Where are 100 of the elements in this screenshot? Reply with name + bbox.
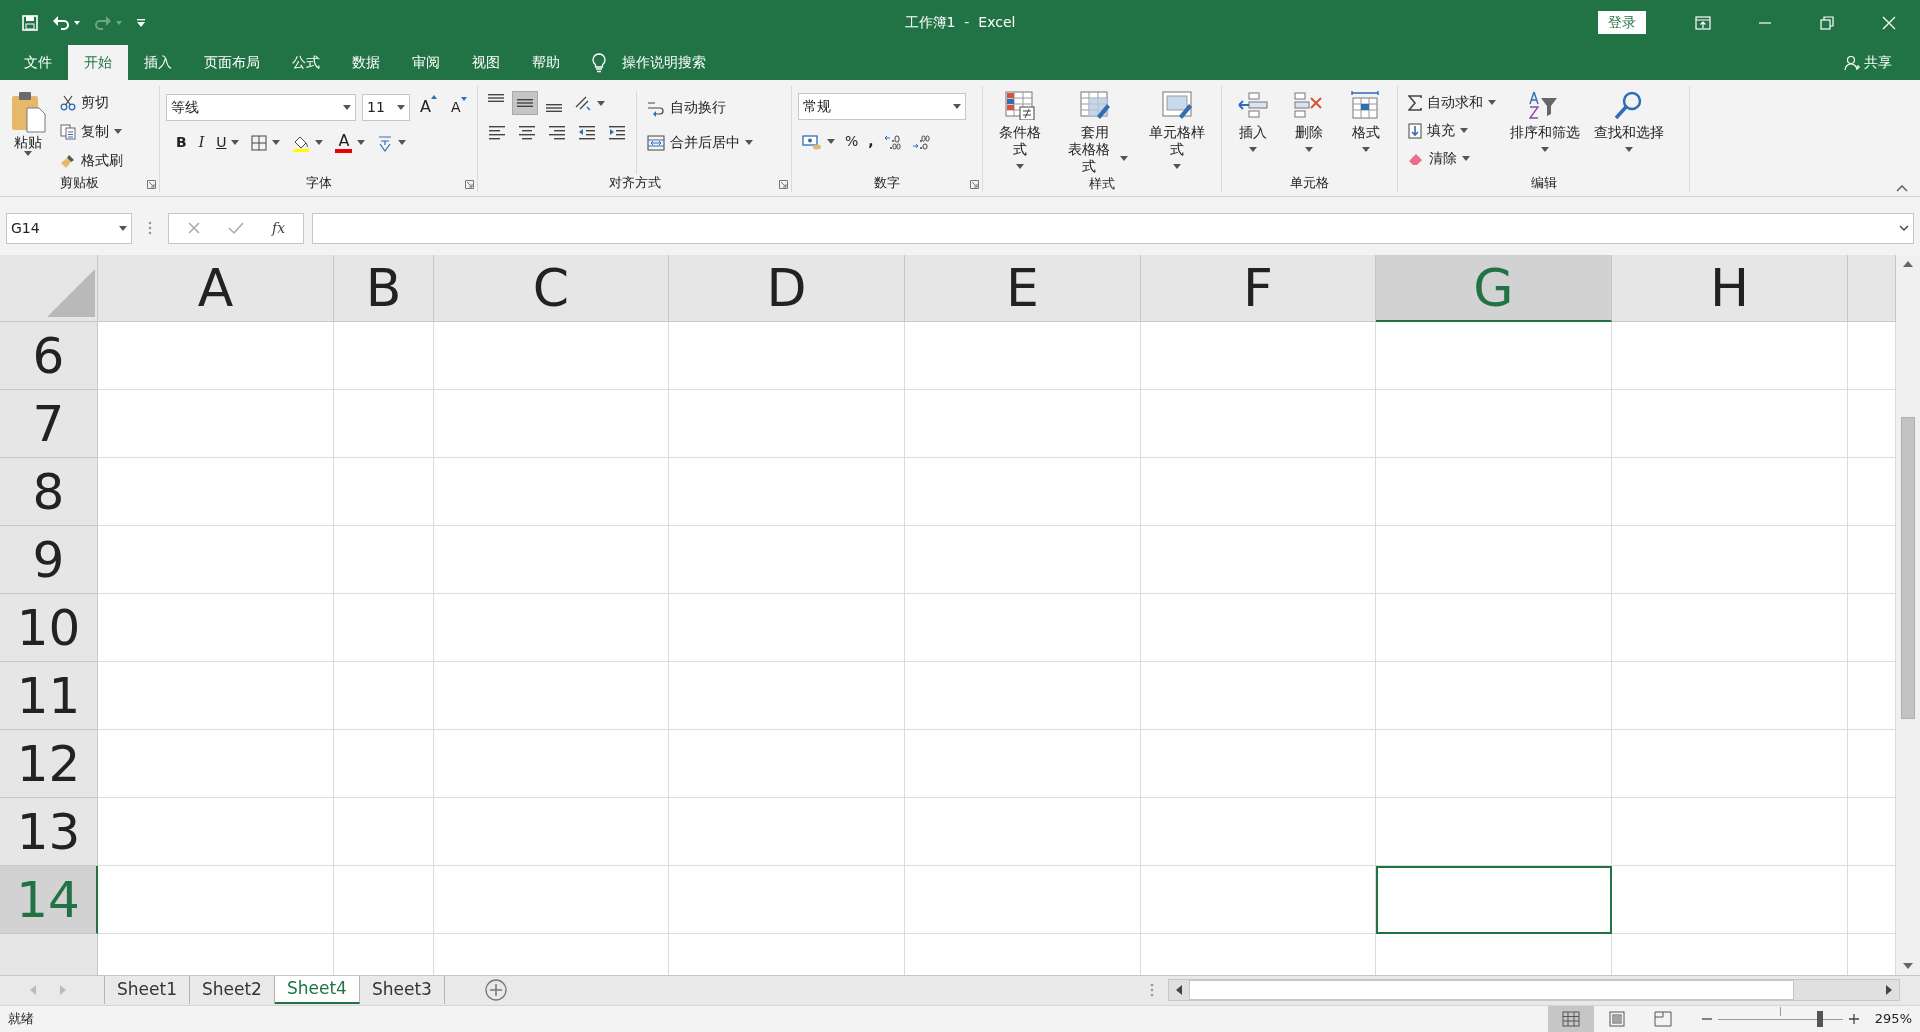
spreadsheet-cell[interactable]: [1141, 798, 1376, 866]
spreadsheet-cell[interactable]: [905, 390, 1141, 458]
spreadsheet-cell[interactable]: [1141, 730, 1376, 798]
spreadsheet-cell[interactable]: [905, 662, 1141, 730]
row-header[interactable]: 8: [0, 458, 98, 526]
spreadsheet-cell[interactable]: [669, 458, 905, 526]
selected-cell[interactable]: [1376, 866, 1612, 934]
spreadsheet-cell[interactable]: [334, 458, 434, 526]
spreadsheet-cell[interactable]: [905, 526, 1141, 594]
spreadsheet-cell[interactable]: [1376, 594, 1612, 662]
spreadsheet-cell[interactable]: [434, 866, 669, 934]
spreadsheet-cell[interactable]: [334, 866, 434, 934]
spreadsheet-cell[interactable]: [434, 662, 669, 730]
spreadsheet-cell[interactable]: [98, 458, 334, 526]
column-header[interactable]: G: [1376, 255, 1612, 322]
ribbon-tab[interactable]: 页面布局: [188, 45, 276, 80]
spreadsheet-cell[interactable]: [669, 594, 905, 662]
spreadsheet-cell[interactable]: [98, 798, 334, 866]
format-cells-button[interactable]: 格式: [1345, 86, 1386, 174]
spreadsheet-cell[interactable]: [1376, 458, 1612, 526]
spreadsheet-cell[interactable]: [334, 594, 434, 662]
grow-font-button[interactable]: A: [416, 93, 441, 121]
column-header[interactable]: [1848, 255, 1896, 322]
spreadsheet-cell[interactable]: [98, 390, 334, 458]
conditional-button[interactable]: 条件格式: [989, 86, 1052, 175]
ribbon-tab[interactable]: 公式: [276, 45, 336, 80]
spreadsheet-cell[interactable]: [98, 526, 334, 594]
row-header[interactable]: 12: [0, 730, 98, 798]
row-header[interactable]: 13: [0, 798, 98, 866]
column-header[interactable]: D: [669, 255, 905, 322]
horizontal-scrollbar[interactable]: [1168, 979, 1900, 1001]
spreadsheet-cell[interactable]: [334, 730, 434, 798]
spreadsheet-cell[interactable]: [1612, 458, 1848, 526]
shrink-font-button[interactable]: A: [446, 94, 471, 120]
formula-input[interactable]: [312, 212, 1914, 244]
copy-button[interactable]: 复制: [56, 119, 127, 144]
share-button[interactable]: 共享: [1838, 51, 1898, 74]
spreadsheet-cell[interactable]: [1376, 730, 1612, 798]
spreadsheet-cell[interactable]: [334, 390, 434, 458]
paste-button[interactable]: 粘贴: [6, 86, 50, 174]
zoom-slider-thumb[interactable]: [1817, 1011, 1824, 1027]
spreadsheet-cell[interactable]: [434, 322, 669, 390]
spreadsheet-cell[interactable]: [1141, 662, 1376, 730]
row-header[interactable]: 14: [0, 866, 98, 934]
sign-in-button[interactable]: 登录: [1598, 11, 1646, 34]
row-header[interactable]: 6: [0, 322, 98, 390]
spreadsheet-cell[interactable]: [1141, 322, 1376, 390]
scrollbar-thumb[interactable]: [1901, 417, 1915, 719]
spreadsheet-cell[interactable]: [1376, 526, 1612, 594]
delete-cells-button[interactable]: 删除: [1289, 86, 1330, 174]
spreadsheet-cell[interactable]: [1612, 594, 1848, 662]
spreadsheet-cell[interactable]: [1376, 390, 1612, 458]
spreadsheet-cell[interactable]: [905, 798, 1141, 866]
scrollbar-thumb[interactable]: [1189, 980, 1794, 1000]
spreadsheet-cell[interactable]: [1141, 526, 1376, 594]
font-size-field[interactable]: 11: [362, 93, 410, 121]
spreadsheet-cell[interactable]: [98, 866, 334, 934]
spreadsheet-cell[interactable]: [98, 594, 334, 662]
insert-function-button[interactable]: fx: [272, 217, 286, 239]
spreadsheet-cell[interactable]: [98, 662, 334, 730]
column-header[interactable]: B: [334, 255, 434, 322]
ribbon-tab[interactable]: 插入: [128, 45, 188, 80]
spreadsheet-cell[interactable]: [434, 730, 669, 798]
cellstyle-button[interactable]: 单元格样式: [1138, 86, 1215, 175]
spreadsheet-cell[interactable]: [434, 798, 669, 866]
spreadsheet-cell[interactable]: [434, 594, 669, 662]
tell-me-search[interactable]: 操作说明搜索: [622, 52, 706, 73]
spreadsheet-cell[interactable]: [334, 662, 434, 730]
font-color-button[interactable]: A: [331, 130, 370, 155]
spreadsheet-cell[interactable]: [669, 526, 905, 594]
spreadsheet-cell[interactable]: [434, 458, 669, 526]
spreadsheet-cell[interactable]: [1612, 730, 1848, 798]
spreadsheet-cell[interactable]: [1376, 798, 1612, 866]
spreadsheet-cell[interactable]: [1612, 526, 1848, 594]
column-header[interactable]: F: [1141, 255, 1376, 322]
spreadsheet-cell[interactable]: [334, 322, 434, 390]
spreadsheet-cell[interactable]: [905, 458, 1141, 526]
spreadsheet-cell[interactable]: [1141, 594, 1376, 662]
row-header[interactable]: 7: [0, 390, 98, 458]
ribbon-tab[interactable]: 视图: [456, 45, 516, 80]
column-header[interactable]: H: [1612, 255, 1848, 322]
spreadsheet-cell[interactable]: [1612, 798, 1848, 866]
ribbon-tab[interactable]: 文件: [8, 45, 68, 80]
fill-button[interactable]: 填充: [1404, 118, 1500, 143]
spreadsheet-cell[interactable]: [669, 662, 905, 730]
comma-button[interactable]: ,: [864, 129, 878, 154]
underline-button[interactable]: U: [212, 130, 244, 155]
spreadsheet-cell[interactable]: [905, 322, 1141, 390]
italic-button[interactable]: I: [194, 130, 209, 155]
add-sheet-icon[interactable]: [484, 979, 507, 1001]
row-header[interactable]: 10: [0, 594, 98, 662]
wrap-text-button[interactable]: 自动换行: [643, 95, 757, 120]
spreadsheet-cell[interactable]: [1612, 662, 1848, 730]
spreadsheet-cell[interactable]: [669, 322, 905, 390]
spreadsheet-cell[interactable]: [669, 866, 905, 934]
percent-button[interactable]: %: [841, 129, 863, 154]
spreadsheet-cell[interactable]: [669, 798, 905, 866]
ribbon-tab[interactable]: 数据: [336, 45, 396, 80]
spreadsheet-cell[interactable]: [1612, 866, 1848, 934]
spreadsheet-cell[interactable]: [1376, 322, 1612, 390]
